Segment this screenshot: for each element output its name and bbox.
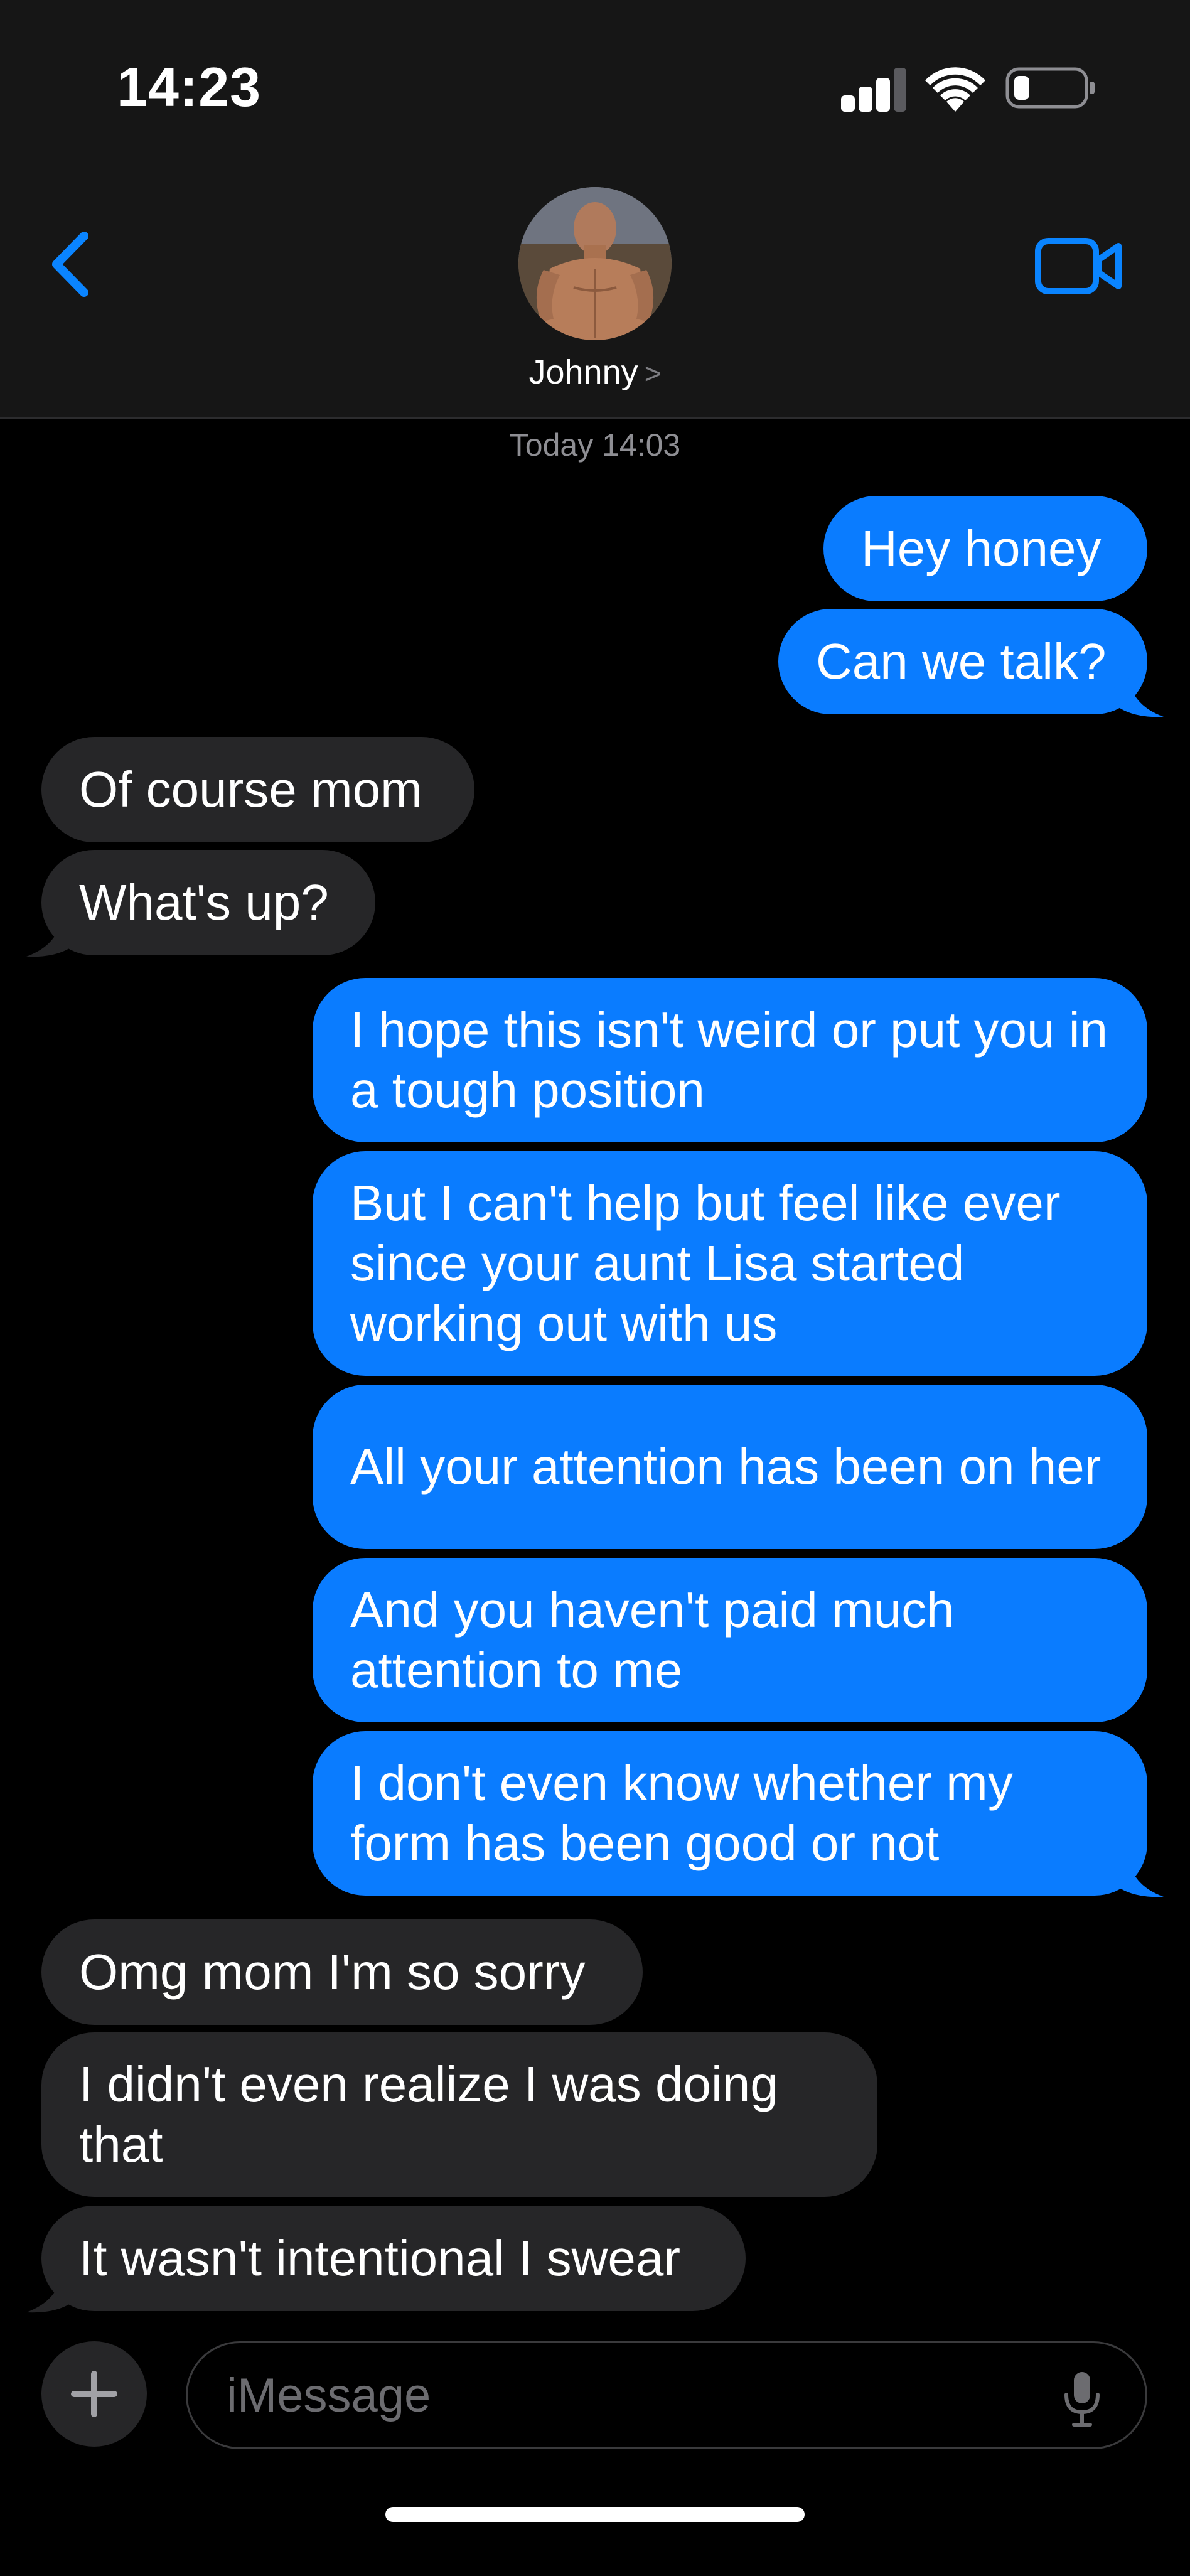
microphone-icon[interactable] bbox=[1063, 2369, 1102, 2427]
outgoing-message[interactable]: And you haven't paid much attention to m… bbox=[313, 1558, 1147, 1722]
message-text: What's up? bbox=[79, 874, 329, 930]
outgoing-message[interactable]: Hey honey bbox=[823, 496, 1147, 601]
battery-low-icon bbox=[1005, 67, 1095, 109]
back-chevron-icon[interactable] bbox=[45, 230, 95, 299]
message-text: I don't even know whether my form has be… bbox=[350, 1755, 1013, 1871]
message-text: Of course mom bbox=[79, 761, 422, 817]
outgoing-message[interactable]: But I can't help but feel like ever sinc… bbox=[313, 1151, 1147, 1376]
plus-icon bbox=[71, 2371, 117, 2417]
message-text: Hey honey bbox=[861, 520, 1102, 576]
message-text: All your attention has been on her bbox=[350, 1439, 1102, 1495]
thread-timestamp: Today 14:03 bbox=[509, 427, 681, 463]
incoming-message[interactable]: Omg mom I'm so sorry bbox=[41, 1919, 643, 2025]
message-text: I hope this isn't weird or put you in a … bbox=[350, 1002, 1108, 1118]
imessage-placeholder: iMessage bbox=[227, 2368, 431, 2422]
conversation-header: 14:23 Johnny > bbox=[0, 0, 1190, 419]
status-time: 14:23 bbox=[117, 56, 262, 118]
message-text: I didn't even realize I was doing that bbox=[79, 2056, 778, 2172]
outgoing-message[interactable]: Can we talk? bbox=[778, 609, 1147, 714]
message-text: Can we talk? bbox=[816, 633, 1107, 689]
message-text: It wasn't intentional I swear bbox=[79, 2230, 680, 2286]
avatar-photo bbox=[518, 187, 672, 340]
contact-name-button[interactable]: Johnny > bbox=[0, 353, 1190, 392]
contact-avatar[interactable] bbox=[518, 187, 672, 340]
incoming-bubble-tail bbox=[26, 914, 79, 957]
contact-chevron-icon: > bbox=[644, 357, 662, 390]
message-text: And you haven't paid much attention to m… bbox=[350, 1582, 955, 1698]
message-text: But I can't help but feel like ever sinc… bbox=[350, 1175, 1061, 1351]
message-text: Omg mom I'm so sorry bbox=[79, 1944, 586, 2000]
outgoing-message[interactable]: I don't even know whether my form has be… bbox=[313, 1731, 1147, 1896]
outgoing-message[interactable]: All your attention has been on her bbox=[313, 1385, 1147, 1549]
outgoing-bubble-tail bbox=[1111, 674, 1164, 717]
wifi-icon bbox=[925, 67, 985, 112]
video-camera-icon[interactable] bbox=[1034, 237, 1123, 295]
apps-plus-button[interactable] bbox=[41, 2341, 147, 2447]
incoming-bubble-tail bbox=[26, 2270, 79, 2313]
outgoing-bubble-tail bbox=[1111, 1854, 1164, 1897]
incoming-message[interactable]: Of course mom bbox=[41, 737, 474, 842]
cellular-signal-icon bbox=[841, 68, 906, 112]
messages-screen: 14:23 Johnny > Today 14:03 Hey honey Can… bbox=[0, 0, 1190, 2576]
incoming-message[interactable]: What's up? bbox=[41, 850, 375, 955]
incoming-message[interactable]: It wasn't intentional I swear bbox=[41, 2206, 746, 2311]
imessage-input[interactable]: iMessage bbox=[186, 2341, 1147, 2449]
outgoing-message[interactable]: I hope this isn't weird or put you in a … bbox=[313, 978, 1147, 1142]
contact-name: Johnny bbox=[528, 353, 638, 391]
incoming-message[interactable]: I didn't even realize I was doing that bbox=[41, 2032, 877, 2197]
home-indicator[interactable] bbox=[385, 2507, 805, 2522]
